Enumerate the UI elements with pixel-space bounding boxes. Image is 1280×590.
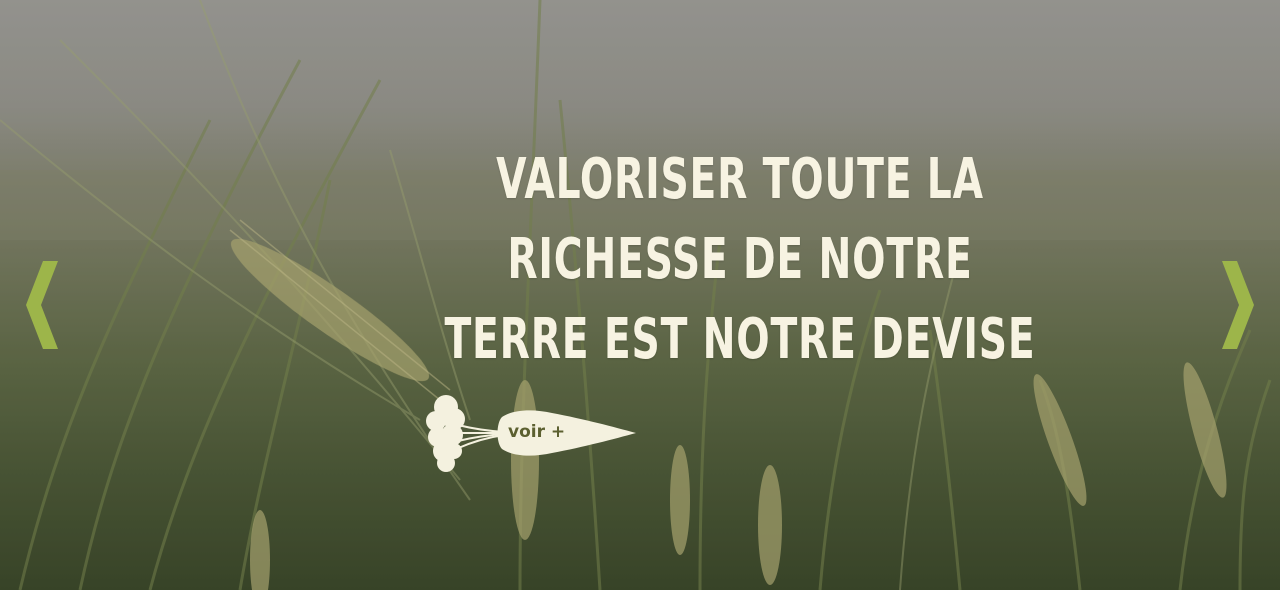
- hero-slider: Valoriser toute la richesse de notre ter…: [0, 0, 1280, 590]
- hero-headline: Valoriser toute la richesse de notre ter…: [444, 147, 1036, 372]
- voir-plus-label: voir +: [508, 422, 566, 442]
- voir-plus-button[interactable]: voir +: [424, 387, 640, 477]
- chevron-right-icon: [1222, 261, 1254, 349]
- prev-slide-button[interactable]: [18, 255, 68, 355]
- next-slide-button[interactable]: [1212, 255, 1262, 355]
- chevron-left-icon: [26, 261, 58, 349]
